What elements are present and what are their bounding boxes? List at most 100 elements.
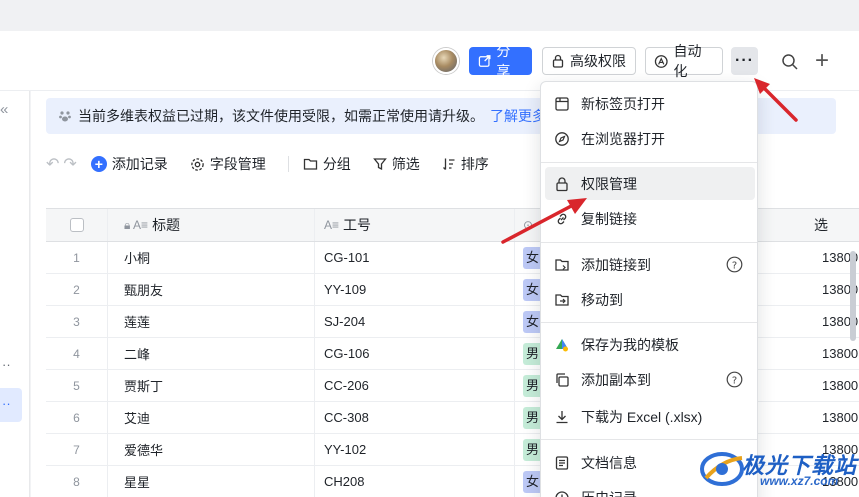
menu-item-label: 权限管理 [581, 175, 637, 192]
help-icon[interactable]: ? [726, 371, 743, 391]
employee-no-cell[interactable]: CG-106 [315, 338, 515, 369]
menu-item-link[interactable]: 复制链接 [545, 202, 755, 235]
title-cell[interactable]: 二峰 [108, 338, 315, 369]
share-button[interactable]: 分享 [469, 43, 532, 79]
add-record-button[interactable]: + 添加记录 [90, 154, 168, 174]
column-title-label: 标题 [152, 217, 181, 233]
menu-item-folder-move[interactable]: 移动到 [545, 283, 755, 316]
share-icon [478, 55, 491, 67]
row-number: 6 [46, 402, 108, 433]
sort-label: 排序 [460, 156, 489, 172]
banner-text: 当前多维表权益已过期，该文件使用受限，如需正常使用请升级。 [78, 108, 484, 124]
menu-item-label: 新标签页打开 [581, 95, 665, 112]
menu-divider [541, 242, 757, 243]
menu-item-label: 下载为 Excel (.xlsx) [581, 408, 703, 425]
compass-icon [553, 130, 571, 148]
advanced-permission-label: 高级权限 [570, 53, 626, 69]
lock-text-icon: 🔒︎ A≡ [124, 217, 149, 232]
row-number: 3 [46, 306, 108, 337]
automation-icon [654, 54, 668, 68]
phone-cell[interactable]: 13800 [806, 338, 859, 369]
avatar[interactable] [433, 48, 459, 74]
employee-no-cell[interactable]: CC-308 [315, 402, 515, 433]
column-header-title[interactable]: 🔒︎ A≡ 标题 [108, 209, 315, 241]
title-cell[interactable]: 星星 [108, 466, 315, 497]
menu-item-compass[interactable]: 在浏览器打开 [545, 122, 755, 155]
employee-no-cell[interactable]: CC-206 [315, 370, 515, 401]
more-dots-icon[interactable]: ·· [2, 357, 11, 372]
phone-cell[interactable]: 13800 [806, 370, 859, 401]
copy-icon [553, 371, 571, 389]
link-icon [553, 210, 571, 228]
menu-item-new-tab[interactable]: 新标签页打开 [545, 87, 755, 120]
column-header-phone[interactable]: 选 [806, 209, 859, 241]
svg-text:?: ? [732, 260, 737, 271]
phone-cell[interactable]: 13800 [806, 402, 859, 433]
redo-icon[interactable]: ↷ [63, 154, 76, 174]
more-menu: 新标签页打开 在浏览器打开 权限管理 复制链接 添加链接到? 移动到 保存为我的模板 添加副本… [540, 81, 758, 497]
watermark-url: www.xz7.com [760, 474, 839, 488]
select-all-cell [46, 209, 108, 241]
row-number: 7 [46, 434, 108, 465]
title-cell[interactable]: 贾斯丁 [108, 370, 315, 401]
add-icon[interactable]: + [815, 49, 829, 73]
menu-item-label: 添加副本到 [581, 371, 651, 388]
automation-button[interactable]: 自动化 [645, 43, 723, 79]
filter-button[interactable]: 筛选 [372, 154, 420, 174]
folder-icon [303, 158, 317, 170]
folder-move-icon [553, 291, 571, 309]
select-all-checkbox[interactable] [69, 218, 84, 232]
undo-icon[interactable]: ↶ [46, 154, 59, 174]
gear-icon [191, 157, 204, 171]
field-manage-label: 字段管理 [209, 156, 266, 172]
menu-item-label: 保存为我的模板 [581, 336, 679, 353]
download-icon [553, 408, 571, 426]
row-number: 1 [46, 242, 108, 273]
text-field-icon: A≡ [324, 218, 340, 232]
column-header-no[interactable]: A≡ 工号 [315, 209, 515, 241]
employee-no-cell[interactable]: YY-109 [315, 274, 515, 305]
share-label: 分享 [496, 43, 511, 79]
menu-item-copy[interactable]: 添加副本到? [545, 363, 755, 396]
help-icon[interactable]: ? [726, 256, 743, 276]
employee-no-cell[interactable]: CG-101 [315, 242, 515, 273]
filter-label: 筛选 [391, 156, 420, 172]
title-cell[interactable]: 甄朋友 [108, 274, 315, 305]
title-cell[interactable]: 爱德华 [108, 434, 315, 465]
field-manage-button[interactable]: 字段管理 [190, 154, 266, 174]
group-label: 分组 [322, 156, 351, 172]
lock-icon [552, 54, 564, 68]
employee-no-cell[interactable]: SJ-204 [315, 306, 515, 337]
menu-divider [541, 162, 757, 163]
row-number: 4 [46, 338, 108, 369]
filter-icon [372, 158, 387, 171]
learn-more-link[interactable]: 了解更多 [490, 106, 546, 126]
title-cell[interactable]: 小桐 [108, 242, 315, 273]
sort-button[interactable]: 排序 [442, 154, 489, 174]
menu-item-folder-link[interactable]: 添加链接到? [545, 248, 755, 281]
left-panel: « ·· ·· [0, 91, 30, 497]
employee-no-cell[interactable]: YY-102 [315, 434, 515, 465]
title-cell[interactable]: 莲莲 [108, 306, 315, 337]
column-tel-label: 选 [814, 217, 828, 233]
menu-divider [541, 439, 757, 440]
search-icon[interactable] [781, 53, 799, 71]
window-top-strip [0, 0, 859, 31]
menu-item-label: 复制链接 [581, 210, 637, 227]
employee-no-cell[interactable]: CH208 [315, 466, 515, 497]
group-button[interactable]: 分组 [303, 154, 351, 174]
collapse-icon[interactable]: « [0, 101, 8, 118]
select-field-icon: ⊙ [523, 218, 534, 232]
menu-item-label: 历史记录 [581, 488, 637, 497]
advanced-permission-button[interactable]: 高级权限 [542, 47, 636, 75]
more-button[interactable]: ··· [731, 47, 758, 75]
lock-icon [553, 175, 571, 193]
menu-item-download[interactable]: 下载为 Excel (.xlsx) [545, 400, 755, 433]
selected-sidebar-item[interactable]: ·· [0, 388, 22, 422]
menu-item-lock[interactable]: 权限管理 [545, 167, 755, 200]
column-no-label: 工号 [343, 217, 372, 233]
menu-item-template[interactable]: 保存为我的模板 [545, 328, 755, 361]
title-cell[interactable]: 艾迪 [108, 402, 315, 433]
history-icon [553, 489, 571, 497]
vertical-scrollbar[interactable] [850, 251, 856, 341]
